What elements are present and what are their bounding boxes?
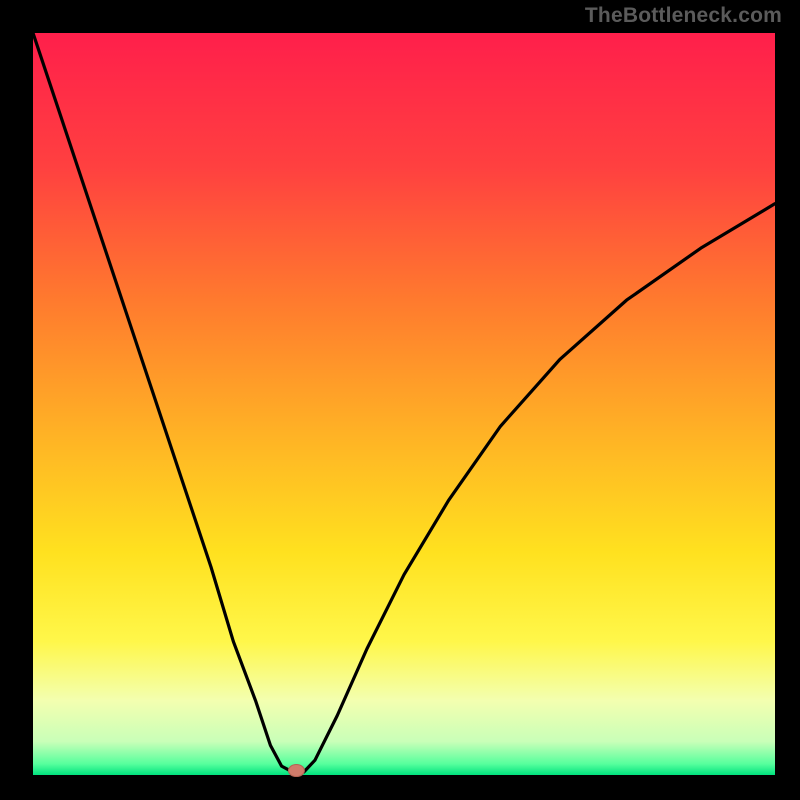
optimal-point-marker [288, 765, 304, 777]
plot-background [33, 33, 775, 775]
bottleneck-chart [0, 0, 800, 800]
chart-frame: { "watermark": "TheBottleneck.com", "col… [0, 0, 800, 800]
